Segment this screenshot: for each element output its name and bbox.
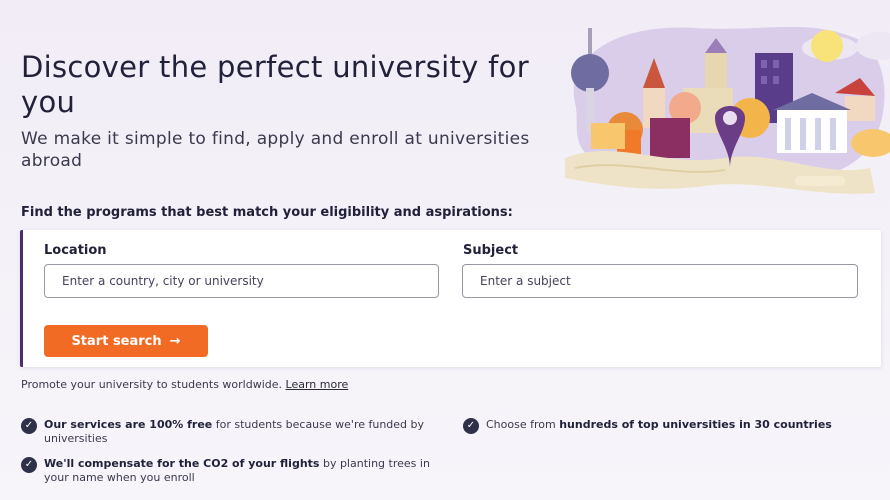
benefit-bold: Our services are 100% free [44, 418, 213, 431]
benefit-universities: ✓ Choose from hundreds of top universiti… [463, 418, 873, 434]
search-intro: Find the programs that best match your e… [21, 205, 513, 220]
city-illustration [565, 26, 890, 194]
hero-title: Discover the perfect university for you [21, 50, 529, 119]
benefit-text: Choose from hundreds of top universities… [486, 418, 832, 434]
search-card: Location Subject Start search → [20, 230, 881, 367]
subject-input[interactable] [462, 264, 858, 298]
benefit-co2: ✓ We'll compensate for the CO2 of your f… [21, 457, 431, 485]
location-label: Location [44, 243, 107, 258]
benefit-pre: Choose from [486, 418, 560, 431]
start-search-label: Start search [71, 333, 162, 349]
benefit-text: We'll compensate for the CO2 of your fli… [44, 457, 431, 485]
learn-more-link[interactable]: Learn more [286, 378, 349, 391]
benefit-free: ✓ Our services are 100% free for student… [21, 418, 431, 446]
arrow-right-icon: → [169, 333, 181, 349]
subject-label: Subject [463, 243, 519, 258]
check-circle-icon: ✓ [21, 418, 37, 434]
hero-subtitle: We make it simple to find, apply and enr… [21, 129, 530, 171]
benefit-bold: We'll compensate for the CO2 of your fli… [44, 457, 320, 470]
benefit-bold: hundreds of top universities in 30 count… [559, 418, 832, 431]
location-input[interactable] [44, 264, 439, 298]
promote-text: Promote your university to students worl… [21, 378, 348, 391]
check-circle-icon: ✓ [463, 418, 479, 434]
benefit-text: Our services are 100% free for students … [44, 418, 431, 446]
check-circle-icon: ✓ [21, 457, 37, 473]
promote-message: Promote your university to students worl… [21, 378, 283, 391]
start-search-button[interactable]: Start search → [44, 325, 208, 357]
